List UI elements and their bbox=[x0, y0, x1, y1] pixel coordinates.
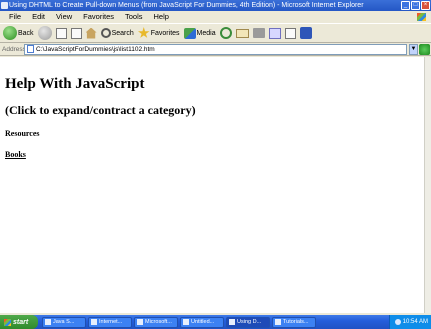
mail-icon bbox=[235, 28, 249, 38]
ie-icon bbox=[1, 2, 8, 9]
address-controls: ▼ bbox=[409, 43, 431, 55]
menu-help[interactable]: Help bbox=[154, 11, 169, 23]
back-label: Back bbox=[18, 29, 34, 37]
window-icon bbox=[183, 319, 189, 325]
window-icon bbox=[91, 319, 97, 325]
back-arrow-icon bbox=[3, 26, 17, 40]
category-books-link[interactable]: Books bbox=[5, 150, 26, 159]
history-button[interactable] bbox=[219, 25, 232, 41]
history-icon bbox=[219, 27, 232, 39]
search-button[interactable]: Search bbox=[100, 25, 134, 41]
page-content: Help With JavaScript (Click to expand/co… bbox=[0, 57, 424, 313]
page-subtitle: (Click to expand/contract a category) bbox=[5, 103, 196, 117]
maximize-button[interactable]: □ bbox=[411, 1, 420, 10]
window-icon bbox=[45, 319, 51, 325]
taskbar-item[interactable]: Java S... bbox=[42, 316, 86, 328]
taskbar-item[interactable]: Microsoft... bbox=[134, 316, 178, 328]
home-icon bbox=[85, 27, 97, 39]
discuss-icon bbox=[284, 27, 296, 39]
tray-icon[interactable] bbox=[394, 319, 401, 325]
stop-icon bbox=[55, 27, 67, 39]
taskbar-item-label: Internet... bbox=[99, 318, 123, 325]
window-icon bbox=[229, 319, 235, 325]
taskbar-item[interactable]: Tutorials... bbox=[272, 316, 316, 328]
refresh-icon bbox=[70, 27, 82, 39]
address-value: C:\JavaScriptForDummies\js\list1102.htm bbox=[36, 45, 155, 53]
edit-button[interactable] bbox=[268, 25, 281, 41]
messenger-icon bbox=[299, 27, 312, 39]
taskbar-item[interactable]: Untitled... bbox=[180, 316, 224, 328]
menu-bar: File Edit View Favorites Tools Help bbox=[0, 11, 431, 23]
messenger-button[interactable] bbox=[299, 25, 312, 41]
vertical-scrollbar[interactable] bbox=[424, 57, 431, 313]
start-button[interactable]: start bbox=[0, 315, 38, 329]
go-icon[interactable] bbox=[419, 43, 430, 55]
refresh-button[interactable] bbox=[70, 25, 82, 41]
taskbar-item-label: Java S... bbox=[53, 318, 75, 325]
taskbar-item-label: Microsoft... bbox=[145, 318, 172, 325]
window-controls: _ □ × bbox=[401, 1, 430, 10]
address-bar: Address C:\JavaScriptForDummies\js\list1… bbox=[0, 43, 431, 56]
menu-file[interactable]: File bbox=[9, 11, 21, 23]
home-button[interactable] bbox=[85, 25, 97, 41]
media-button[interactable]: Media bbox=[183, 25, 216, 41]
close-button[interactable]: × bbox=[421, 1, 430, 10]
window-title: Using DHTML to Create Pull-down Menus (f… bbox=[9, 2, 364, 9]
taskbar: start Java S... Internet... Microsoft...… bbox=[0, 315, 431, 329]
category-resources[interactable]: Resources bbox=[5, 129, 40, 138]
menu-view[interactable]: View bbox=[56, 11, 72, 23]
taskbar-buttons: Java S... Internet... Microsoft... Untit… bbox=[42, 316, 316, 328]
edit-icon bbox=[268, 27, 281, 39]
favorites-label: Favorites bbox=[150, 29, 180, 37]
forward-arrow-icon bbox=[37, 26, 52, 40]
favorites-button[interactable]: Favorites bbox=[137, 25, 180, 41]
menu-favorites[interactable]: Favorites bbox=[83, 11, 114, 23]
page-heading: Help With JavaScript bbox=[5, 76, 145, 92]
menu-edit[interactable]: Edit bbox=[32, 11, 45, 23]
back-button[interactable]: Back bbox=[3, 25, 34, 41]
windows-logo-icon bbox=[4, 318, 11, 326]
system-tray: 10:54 AM bbox=[389, 315, 431, 329]
windows-logo-icon bbox=[417, 13, 426, 21]
window-icon bbox=[137, 319, 143, 325]
favorites-star-icon bbox=[137, 27, 150, 38]
clock: 10:54 AM bbox=[402, 319, 428, 325]
mail-button[interactable] bbox=[235, 25, 249, 41]
media-label: Media bbox=[196, 29, 216, 37]
browser-window: Using DHTML to Create Pull-down Menus (f… bbox=[0, 0, 431, 329]
address-label: Address bbox=[2, 45, 26, 53]
taskbar-item-label: Untitled... bbox=[191, 318, 215, 325]
minimize-button[interactable]: _ bbox=[401, 1, 410, 10]
media-icon bbox=[183, 27, 196, 39]
stop-button[interactable] bbox=[55, 25, 67, 41]
address-dropdown-button[interactable]: ▼ bbox=[409, 43, 418, 55]
taskbar-item-label: Using D... bbox=[237, 318, 262, 325]
address-input[interactable]: C:\JavaScriptForDummies\js\list1102.htm bbox=[24, 43, 407, 55]
toolbar: Back Search Favorites Media bbox=[0, 23, 431, 43]
discuss-button[interactable] bbox=[284, 25, 296, 41]
search-icon bbox=[100, 28, 111, 38]
print-button[interactable] bbox=[252, 25, 265, 41]
print-icon bbox=[252, 28, 265, 38]
title-bar: Using DHTML to Create Pull-down Menus (f… bbox=[0, 0, 431, 11]
start-label: start bbox=[13, 318, 29, 326]
taskbar-item-label: Tutorials... bbox=[283, 318, 309, 325]
taskbar-item-active[interactable]: Using D... bbox=[226, 316, 270, 328]
page-icon bbox=[27, 45, 34, 53]
search-label: Search bbox=[111, 29, 134, 37]
menu-tools[interactable]: Tools bbox=[125, 11, 143, 23]
taskbar-item[interactable]: Internet... bbox=[88, 316, 132, 328]
forward-button[interactable] bbox=[37, 25, 52, 41]
window-icon bbox=[275, 319, 281, 325]
